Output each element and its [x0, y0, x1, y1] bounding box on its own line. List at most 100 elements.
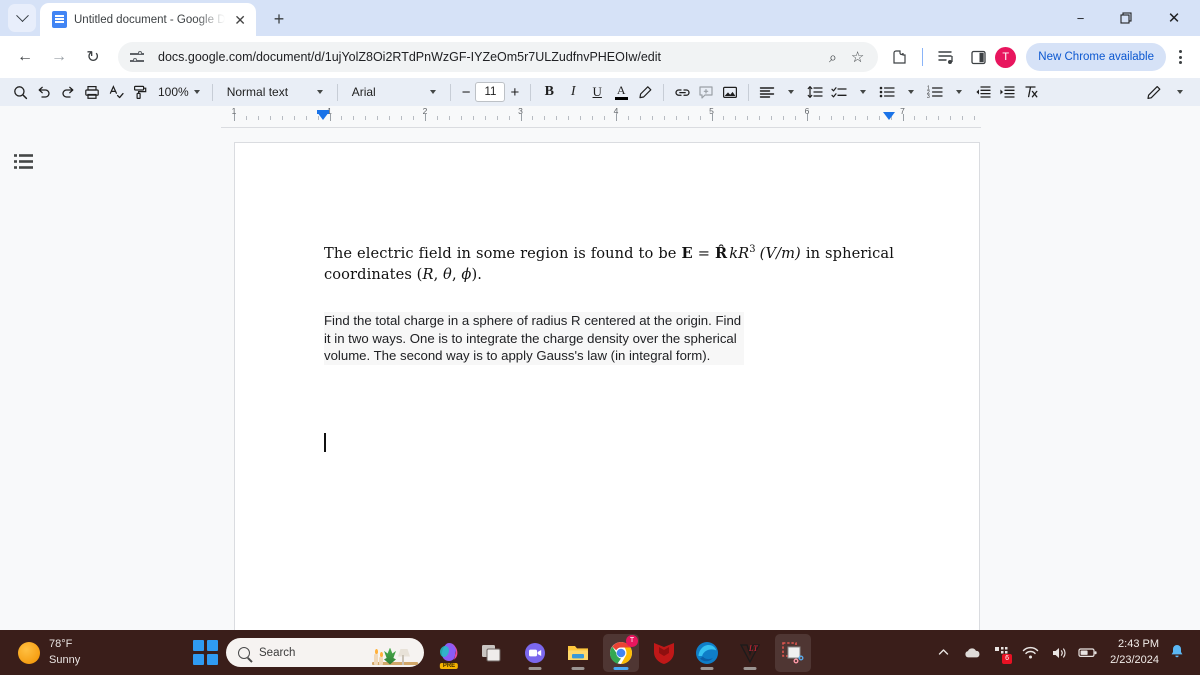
- profile-avatar[interactable]: T: [995, 46, 1017, 68]
- onedrive-cloud-icon[interactable]: [959, 634, 985, 672]
- paragraph-style-selector[interactable]: Normal text: [219, 85, 331, 99]
- ruler-number: 3: [518, 106, 523, 116]
- extensions-icon[interactable]: [884, 42, 914, 72]
- devices-icon[interactable]: 6: [988, 634, 1014, 672]
- document-page[interactable]: The electric field in some region is fou…: [234, 142, 980, 642]
- text-color-swatch: [614, 96, 628, 100]
- edit-mode-dropdown[interactable]: [1168, 80, 1192, 104]
- align-dropdown[interactable]: [779, 80, 803, 104]
- volume-icon[interactable]: [1046, 634, 1072, 672]
- checklist-icon[interactable]: [827, 80, 851, 104]
- task-view-icon[interactable]: [474, 634, 510, 672]
- image-icon[interactable]: [718, 80, 742, 104]
- decrease-indent-icon[interactable]: [971, 80, 995, 104]
- bulleted-list-dropdown[interactable]: [899, 80, 923, 104]
- ruler-tick-minor: [926, 116, 928, 120]
- bold-button[interactable]: B: [537, 80, 561, 104]
- ruler-tick-minor: [663, 116, 665, 120]
- italic-button[interactable]: I: [561, 80, 585, 104]
- toolbar-separator: [449, 83, 451, 101]
- close-icon[interactable]: ✕: [232, 13, 248, 27]
- clear-formatting-icon[interactable]: [1019, 80, 1043, 104]
- spellcheck-icon[interactable]: [104, 80, 128, 104]
- windows-start-icon[interactable]: [193, 639, 219, 666]
- link-icon[interactable]: [670, 80, 694, 104]
- taskbar-search-box[interactable]: Search: [226, 638, 424, 667]
- window-controls: − ✕: [1058, 0, 1200, 36]
- taskbar-clock[interactable]: 2:43 PM 2/23/2024: [1104, 637, 1167, 669]
- tune-icon[interactable]: [130, 49, 146, 65]
- chevron-down-icon: [15, 8, 29, 22]
- restore-button[interactable]: [1103, 0, 1148, 36]
- math-exponent: 3: [749, 244, 756, 256]
- file-explorer-icon[interactable]: [560, 634, 596, 672]
- font-size-input[interactable]: 11: [475, 82, 506, 102]
- battery-icon[interactable]: [1075, 634, 1101, 672]
- search-icon[interactable]: [8, 80, 32, 104]
- ruler-tick-minor: [448, 116, 450, 120]
- lamp-icon: [397, 649, 411, 665]
- paint-format-icon[interactable]: [128, 80, 152, 104]
- chrome-icon[interactable]: T: [603, 633, 639, 672]
- copilot-icon[interactable]: PRE: [431, 634, 467, 672]
- right-indent-marker[interactable]: [883, 112, 895, 120]
- numbered-list-dropdown[interactable]: [947, 80, 971, 104]
- highlight-pen-icon[interactable]: [633, 80, 657, 104]
- zoom-search-icon[interactable]: ⌕: [829, 49, 837, 66]
- snipping-tool-icon[interactable]: [775, 633, 811, 672]
- mcafee-icon[interactable]: [646, 634, 682, 672]
- show-outline-icon[interactable]: [10, 148, 36, 174]
- side-panel-icon[interactable]: [963, 42, 993, 72]
- underline-button[interactable]: U: [585, 80, 609, 104]
- latex-editor-icon[interactable]: LT: [732, 634, 768, 672]
- browser-tab[interactable]: Untitled document - Google Docs ✕: [40, 3, 256, 36]
- decrease-font-size-button[interactable]: −: [457, 84, 476, 101]
- comment-icon[interactable]: [694, 80, 718, 104]
- bulleted-list-icon[interactable]: [875, 80, 899, 104]
- bookmark-star-icon[interactable]: ☆: [851, 48, 864, 66]
- address-bar[interactable]: docs.google.com/document/d/1ujYolZ8Oi2RT…: [118, 42, 879, 72]
- minimize-button[interactable]: −: [1058, 0, 1103, 36]
- zoom-icon[interactable]: [517, 634, 553, 672]
- notification-bell-icon[interactable]: [1170, 644, 1192, 662]
- math-units: (V/m): [759, 245, 801, 262]
- back-button[interactable]: ←: [8, 40, 42, 74]
- reading-list-icon[interactable]: [931, 42, 961, 72]
- numbered-list-icon[interactable]: 123: [923, 80, 947, 104]
- text-color-button[interactable]: A: [609, 80, 633, 104]
- chevron-down-icon: [316, 90, 323, 94]
- show-hidden-icons-button[interactable]: [930, 634, 956, 672]
- document-content[interactable]: The electric field in some region is fou…: [324, 243, 894, 365]
- left-indent-marker[interactable]: [317, 110, 329, 120]
- chrome-profile-badge: T: [626, 634, 638, 647]
- print-icon[interactable]: [80, 80, 104, 104]
- ruler-tick-minor: [759, 116, 761, 120]
- wifi-icon[interactable]: [1017, 634, 1043, 672]
- weather-temperature: 78°F: [49, 637, 73, 650]
- running-indicator: [571, 667, 585, 670]
- forward-button[interactable]: →: [42, 40, 76, 74]
- document-ruler[interactable]: 11234567: [221, 106, 981, 128]
- redo-icon[interactable]: [56, 80, 80, 104]
- font-family-selector[interactable]: Arial: [344, 85, 444, 99]
- reload-button[interactable]: ↻: [76, 40, 110, 74]
- browser-menu-button[interactable]: [1168, 42, 1192, 72]
- increase-indent-icon[interactable]: [995, 80, 1019, 104]
- close-window-button[interactable]: ✕: [1148, 0, 1200, 36]
- new-tab-button[interactable]: +: [265, 5, 293, 33]
- weather-widget[interactable]: 78°F Sunny: [0, 637, 175, 668]
- align-left-icon[interactable]: [755, 80, 779, 104]
- microsoft-edge-icon[interactable]: [689, 634, 725, 672]
- search-icon: [238, 646, 250, 659]
- undo-icon[interactable]: [32, 80, 56, 104]
- chrome-update-button[interactable]: New Chrome available: [1026, 43, 1166, 71]
- checklist-dropdown[interactable]: [851, 80, 875, 104]
- increase-font-size-button[interactable]: +: [505, 84, 524, 101]
- tab-search-button[interactable]: [8, 4, 36, 32]
- line-spacing-icon[interactable]: [803, 80, 827, 104]
- ruler-area: 11234567: [0, 106, 1200, 130]
- math-comma-2: ,: [451, 266, 462, 284]
- zoom-selector[interactable]: 100%: [152, 85, 206, 99]
- edit-pencil-icon[interactable]: [1142, 80, 1166, 104]
- ruler-tick-minor: [795, 116, 797, 120]
